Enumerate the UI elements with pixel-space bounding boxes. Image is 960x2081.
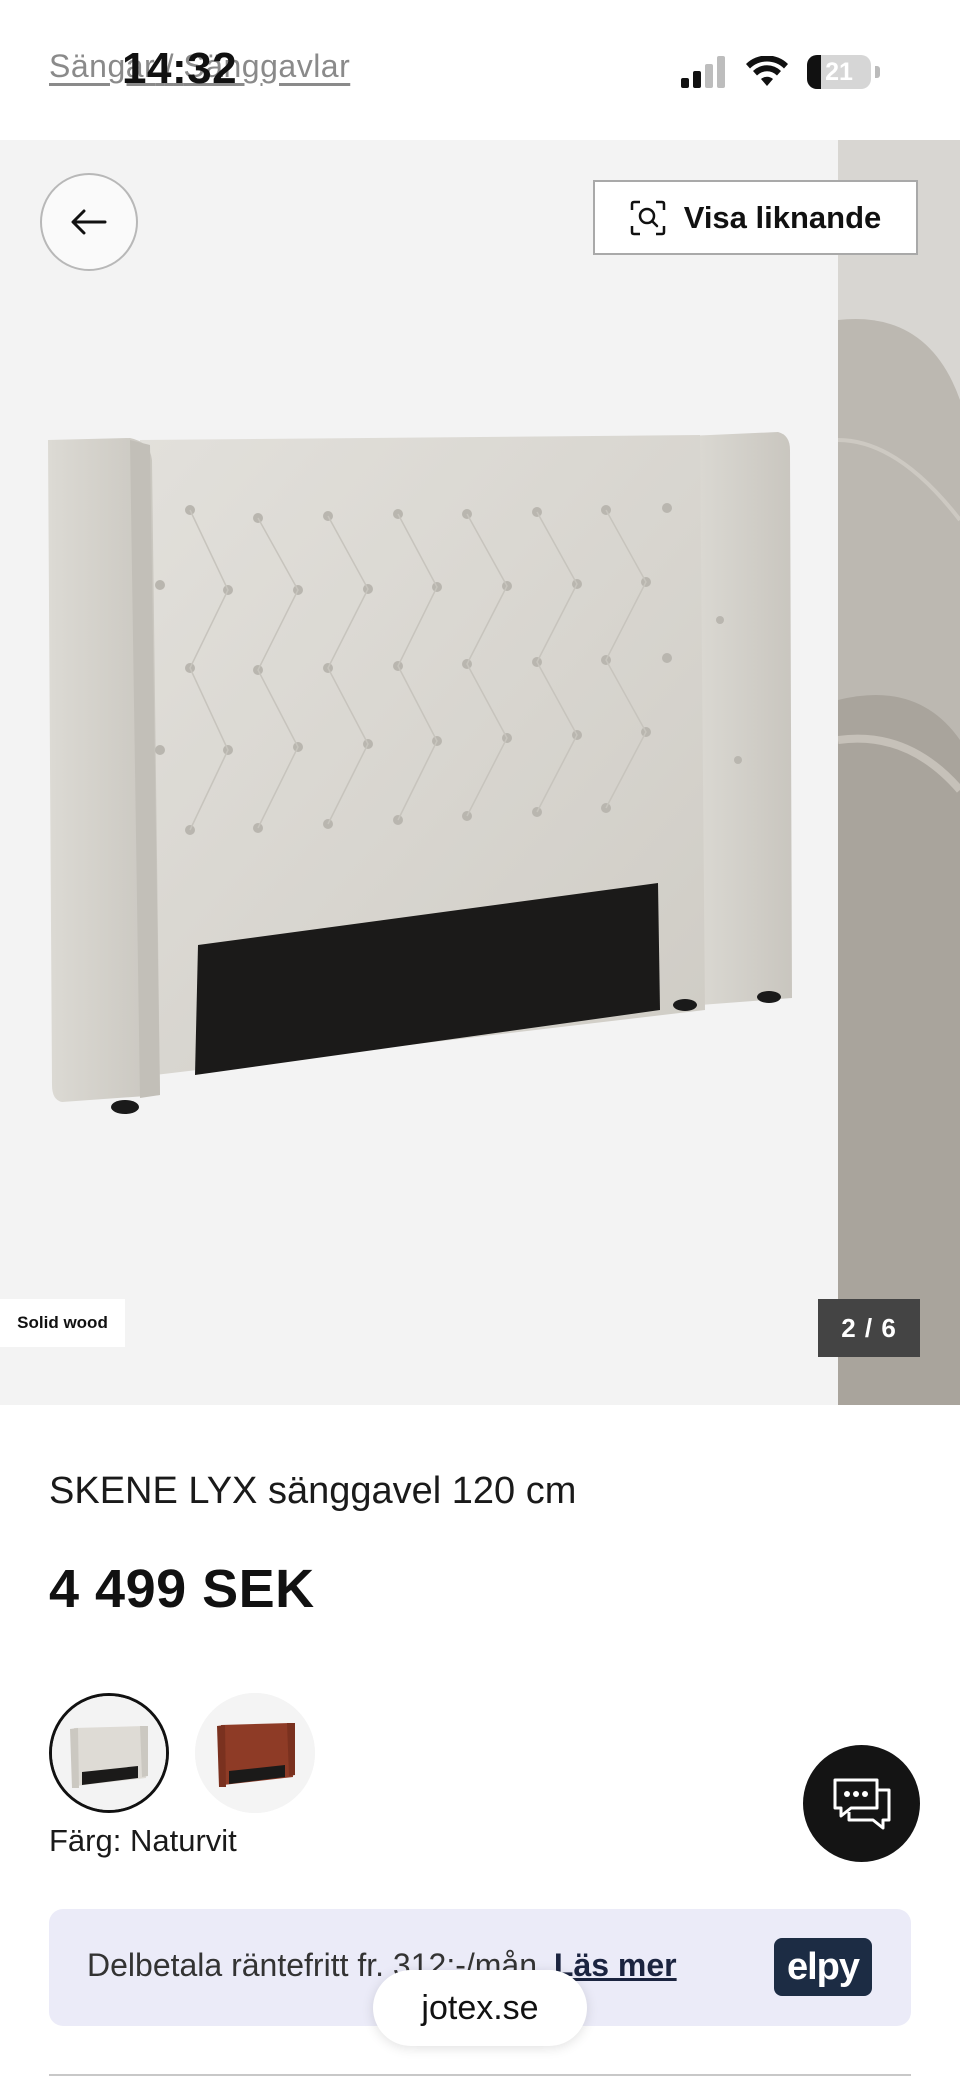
color-swatch-rostbrun[interactable] — [195, 1693, 315, 1813]
material-tag: Solid wood — [0, 1299, 125, 1347]
product-title: SKENE LYX sänggavel 120 cm — [49, 1470, 577, 1512]
battery-icon: 21 — [807, 55, 871, 89]
status-time: 14:32 — [122, 44, 238, 93]
product-image-gallery[interactable]: Visa liknande Solid wood 2 / 6 — [0, 140, 960, 1405]
status-bar: Sängar / Sänggavlar 14:32 21 — [0, 0, 960, 140]
image-counter: 2 / 6 — [818, 1299, 920, 1357]
visual-search-icon — [630, 200, 665, 235]
product-price: 4 499 SEK — [49, 1559, 315, 1619]
headboard-thumbnail-rostbrun — [195, 1693, 315, 1813]
status-icons: 21 — [681, 52, 880, 92]
installment-text-wrap: Delbetala räntefritt fr. 312:-/mån Läs m… — [87, 1947, 677, 1984]
arrow-left-icon — [71, 209, 107, 235]
selected-color-label: Färg: Naturvit — [49, 1823, 237, 1858]
headboard-product-image — [48, 432, 792, 1114]
wifi-icon — [746, 56, 788, 86]
color-swatch-naturvit[interactable] — [49, 1693, 169, 1813]
chat-bubble-icon — [833, 1778, 890, 1829]
show-similar-label: Visa liknande — [683, 199, 882, 235]
divider — [49, 2074, 911, 2076]
show-similar-button[interactable]: Visa liknande — [593, 180, 918, 255]
elpy-logo: elpy — [774, 1938, 872, 1996]
browser-url-bar[interactable]: jotex.se — [373, 1970, 587, 2046]
next-image-peek[interactable] — [837, 140, 960, 1405]
back-button[interactable] — [40, 173, 138, 271]
headboard-thumbnail-naturvit — [52, 1696, 166, 1810]
cellular-signal-icon — [681, 56, 725, 88]
chat-button[interactable] — [803, 1745, 920, 1862]
fabric-closeup-image — [837, 140, 960, 1405]
battery-level: 21 — [825, 57, 853, 86]
battery-tip — [875, 66, 880, 78]
